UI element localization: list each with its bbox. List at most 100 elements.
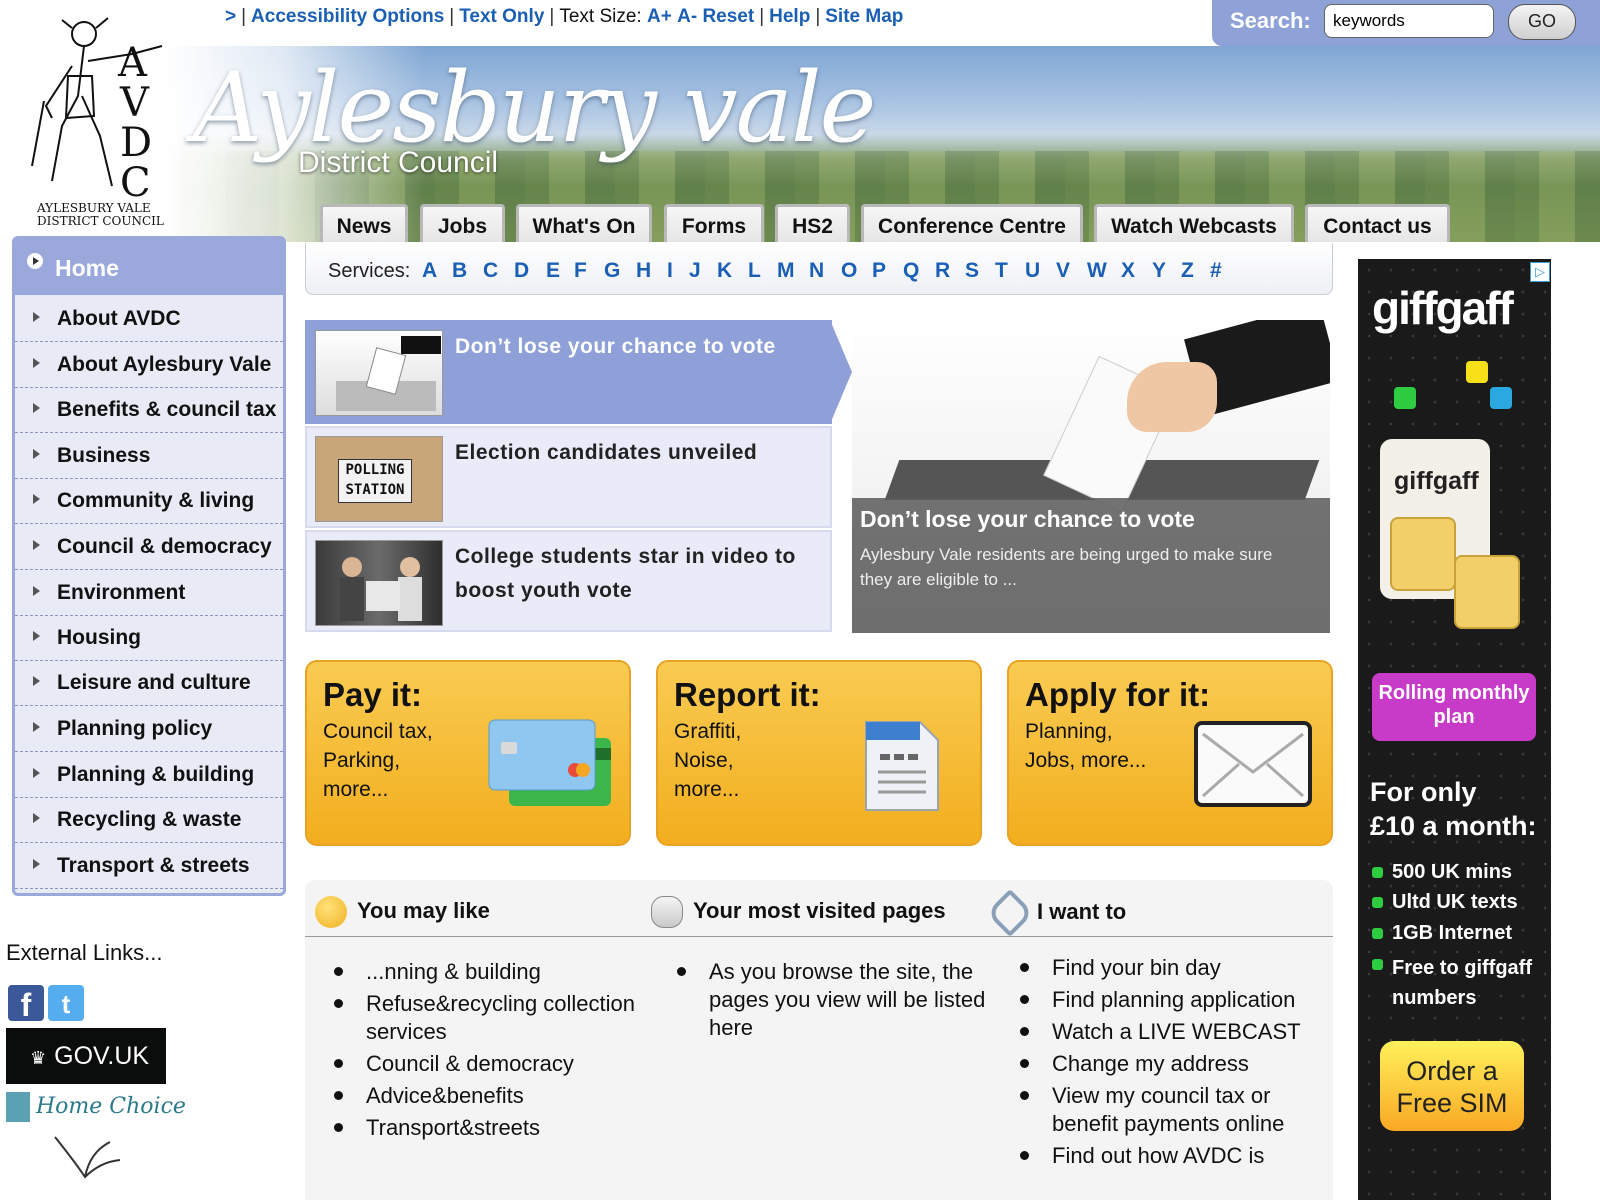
sidebar-item-label: About AVDC (57, 307, 181, 330)
sidebar-item-transport[interactable]: Transport & streets (15, 844, 283, 889)
giffgaff-advert[interactable]: giffgaff giffgaff Rolling monthly plan F… (1358, 259, 1551, 1200)
search-input[interactable] (1324, 4, 1494, 38)
facebook-icon[interactable]: f (8, 985, 44, 1023)
action-line: Jobs, more... (1025, 749, 1147, 772)
tab-whats-on[interactable]: What's On (516, 204, 652, 242)
service-letter-w[interactable]: W (1087, 259, 1107, 283)
i-want-to-link[interactable]: Find your bin day (1020, 954, 1322, 982)
help-link[interactable]: Help (769, 6, 810, 27)
tab-hs2[interactable]: HS2 (775, 204, 850, 242)
tab-contact-us[interactable]: Contact us (1305, 204, 1450, 242)
may-like-link[interactable]: Advice&benefits (334, 1082, 656, 1110)
text-size-reset-link[interactable]: Reset (702, 6, 754, 27)
i-want-to-link[interactable]: Watch a LIVE WEBCAST (1020, 1018, 1322, 1046)
i-want-to-link[interactable]: Change my address (1020, 1050, 1322, 1078)
news-headline: College students star in video to boost … (455, 545, 796, 602)
sidebar-item-business[interactable]: Business (15, 434, 283, 479)
ad-choices-icon[interactable]: ▷ (1530, 262, 1550, 282)
service-letter-c[interactable]: C (483, 259, 498, 283)
service-letter-t[interactable]: T (995, 259, 1008, 283)
tab-news[interactable]: News (320, 204, 408, 242)
accessibility-options-link[interactable]: Accessibility Options (251, 6, 444, 27)
service-letter-hash[interactable]: # (1210, 259, 1222, 283)
utility-prefix: > (225, 6, 237, 27)
text-only-link[interactable]: Text Only (459, 6, 544, 27)
tab-forms[interactable]: Forms (664, 204, 764, 242)
avdc-logo[interactable]: A V D C AYLESBURY VALE DISTRICT COUNCIL (22, 6, 182, 232)
news-item[interactable]: POLLING STATION Election candidates unve… (305, 426, 832, 528)
sidebar-item-label: Transport & streets (57, 854, 250, 877)
sidebar-item-planning-building[interactable]: Planning & building (15, 753, 283, 798)
sidebar-item-benefits[interactable]: Benefits & council tax (15, 388, 283, 433)
sidebar-item-label: Recycling & waste (57, 808, 242, 831)
may-like-link[interactable]: Refuse&recycling collection services (334, 990, 656, 1046)
service-letter-f[interactable]: F (574, 259, 587, 283)
home-choice-link[interactable]: Home Choice (6, 1092, 186, 1122)
service-letter-e[interactable]: E (546, 259, 560, 283)
sidebar-item-planning-policy[interactable]: Planning policy (15, 707, 283, 752)
site-map-link[interactable]: Site Map (825, 6, 903, 27)
smiley-icon (315, 896, 347, 928)
sidebar-item-recycling[interactable]: Recycling & waste (15, 798, 283, 843)
sim-chip-icon (1390, 517, 1456, 591)
i-want-to-link[interactable]: View my council tax or benefit payments … (1020, 1082, 1322, 1138)
report-it-panel[interactable]: Report it: Graffiti, Noise, more... (656, 660, 982, 846)
service-letter-m[interactable]: M (777, 259, 795, 283)
service-letter-d[interactable]: D (514, 259, 529, 283)
i-want-to-link[interactable]: Find out how AVDC is (1020, 1142, 1322, 1170)
sidebar-item-about-aylesbury-vale[interactable]: About Aylesbury Vale (15, 343, 283, 388)
service-letter-s[interactable]: S (965, 259, 979, 283)
pay-it-panel[interactable]: Pay it: Council tax, Parking, more... (305, 660, 631, 846)
may-like-link[interactable]: ...nning & building (334, 958, 656, 986)
sidebar-item-leisure[interactable]: Leisure and culture (15, 661, 283, 706)
govuk-link[interactable]: ♛ GOV.UK (6, 1028, 166, 1084)
action-line: more... (323, 778, 389, 801)
service-letter-b[interactable]: B (452, 259, 467, 283)
featured-story[interactable]: Don’t lose your chance to vote Aylesbury… (852, 320, 1330, 633)
leaf-logo-icon[interactable] (40, 1132, 130, 1182)
service-letter-o[interactable]: O (841, 259, 857, 283)
service-letter-j[interactable]: J (689, 259, 701, 283)
ad-order-sim-button[interactable]: Order a Free SIM (1380, 1041, 1524, 1131)
service-letter-x[interactable]: X (1121, 259, 1135, 283)
sidebar-item-council[interactable]: Council & democracy (15, 525, 283, 570)
service-letter-n[interactable]: N (809, 259, 824, 283)
i-want-to-title: I want to (1037, 898, 1127, 924)
i-want-to-link[interactable]: Find planning application (1020, 986, 1322, 1014)
may-like-link[interactable]: Council & democracy (334, 1050, 656, 1078)
sidebar-item-environment[interactable]: Environment (15, 571, 283, 616)
service-letter-i[interactable]: I (667, 259, 673, 283)
you-may-like-heading: You may like (315, 896, 490, 928)
apply-for-it-panel[interactable]: Apply for it: Planning, Jobs, more... (1007, 660, 1333, 846)
may-like-link[interactable]: Transport&streets (334, 1114, 656, 1142)
logo-line-2: DISTRICT COUNCIL (37, 214, 164, 228)
service-letter-g[interactable]: G (604, 259, 620, 283)
service-letter-k[interactable]: K (717, 259, 732, 283)
text-size-decrease-link[interactable]: A- (677, 6, 697, 27)
sidebar-item-about-avdc[interactable]: About AVDC (15, 297, 283, 342)
tab-watch-webcasts[interactable]: Watch Webcasts (1094, 204, 1294, 242)
service-letter-v[interactable]: V (1056, 259, 1070, 283)
service-letter-h[interactable]: H (636, 259, 651, 283)
service-letter-u[interactable]: U (1025, 259, 1040, 283)
service-letter-a[interactable]: A (422, 259, 437, 283)
text-size-increase-link[interactable]: A+ (647, 6, 672, 27)
tab-conference-centre[interactable]: Conference Centre (861, 204, 1083, 242)
service-letter-r[interactable]: R (935, 259, 950, 283)
sidebar-item-home[interactable]: Home (15, 239, 283, 295)
search-go-button[interactable]: GO (1508, 4, 1576, 40)
news-item[interactable]: College students star in video to boost … (305, 530, 832, 632)
service-letter-z[interactable]: Z (1181, 259, 1194, 283)
service-letter-q[interactable]: Q (903, 259, 919, 283)
tab-jobs[interactable]: Jobs (420, 204, 505, 242)
news-item[interactable]: Don’t lose your chance to vote (305, 320, 832, 424)
service-letter-y[interactable]: Y (1152, 259, 1166, 283)
chevron-right-icon (33, 813, 40, 823)
twitter-icon[interactable]: t (48, 985, 84, 1021)
chevron-right-icon (33, 859, 40, 869)
sidebar-item-housing[interactable]: Housing (15, 616, 283, 661)
service-letter-l[interactable]: L (748, 259, 761, 283)
site-title: Aylesbury vale (193, 52, 876, 164)
service-letter-p[interactable]: P (872, 259, 886, 283)
sidebar-item-community[interactable]: Community & living (15, 479, 283, 524)
